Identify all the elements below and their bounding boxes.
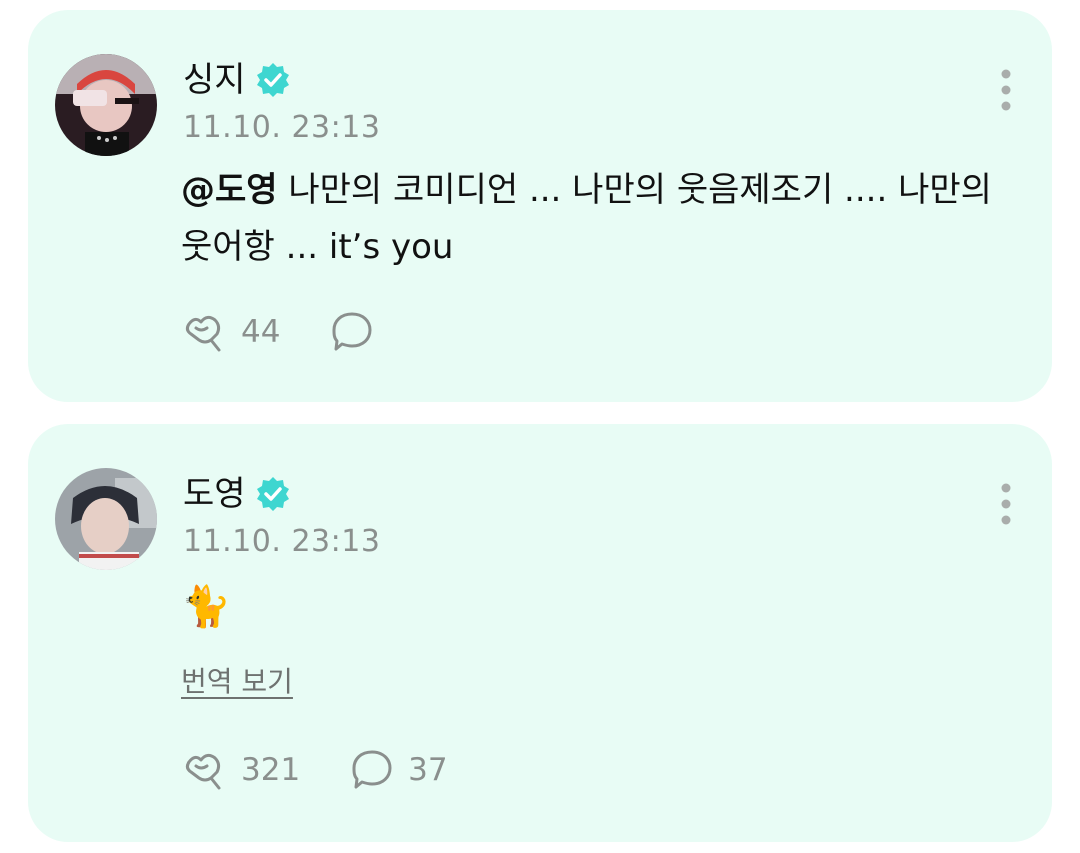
- comment-button[interactable]: [328, 310, 388, 354]
- post-body: @도영 나만의 코미디언 ... 나만의 웃음제조기 .... 나만의 웃어항 …: [181, 162, 1001, 276]
- author-row: 도영: [183, 472, 292, 516]
- mention-link[interactable]: @도영: [181, 170, 278, 210]
- timestamp: 11.10. 23:13: [183, 110, 381, 145]
- like-icon: [185, 753, 221, 790]
- post-actions: 321 37: [181, 748, 496, 792]
- more-vertical-icon[interactable]: [996, 68, 1016, 116]
- verified-badge-icon: [254, 475, 292, 513]
- like-count: 321: [241, 752, 301, 788]
- author-row: 싱지: [183, 58, 292, 102]
- author-name[interactable]: 도영: [183, 472, 246, 516]
- avatar[interactable]: [55, 54, 157, 156]
- translate-link[interactable]: 번역 보기: [181, 660, 293, 700]
- post-text: 나만의 코미디언 ... 나만의 웃음제조기 .... 나만의 웃어항 ... …: [181, 170, 992, 267]
- timestamp: 11.10. 23:13: [183, 524, 381, 559]
- like-button[interactable]: 321: [181, 748, 300, 792]
- like-button[interactable]: 44: [181, 310, 280, 354]
- comment-count: 37: [408, 752, 448, 788]
- like-icon: [185, 315, 221, 352]
- author-name[interactable]: 싱지: [183, 58, 246, 102]
- avatar[interactable]: [55, 468, 157, 570]
- post-card[interactable]: 도영 11.10. 23:13 🐈 번역 보기 321 37: [28, 424, 1052, 842]
- post-card[interactable]: 싱지 11.10. 23:13 @도영 나만의 코미디언 ... 나만의 웃음제…: [28, 10, 1052, 402]
- like-count: 44: [241, 314, 281, 350]
- comment-button[interactable]: 37: [348, 748, 448, 792]
- post-emoji: 🐈: [181, 584, 231, 630]
- more-vertical-icon[interactable]: [996, 482, 1016, 530]
- verified-badge-icon: [254, 61, 292, 99]
- comment-icon: [352, 750, 392, 789]
- comment-icon: [332, 312, 372, 351]
- post-actions: 44: [181, 310, 436, 354]
